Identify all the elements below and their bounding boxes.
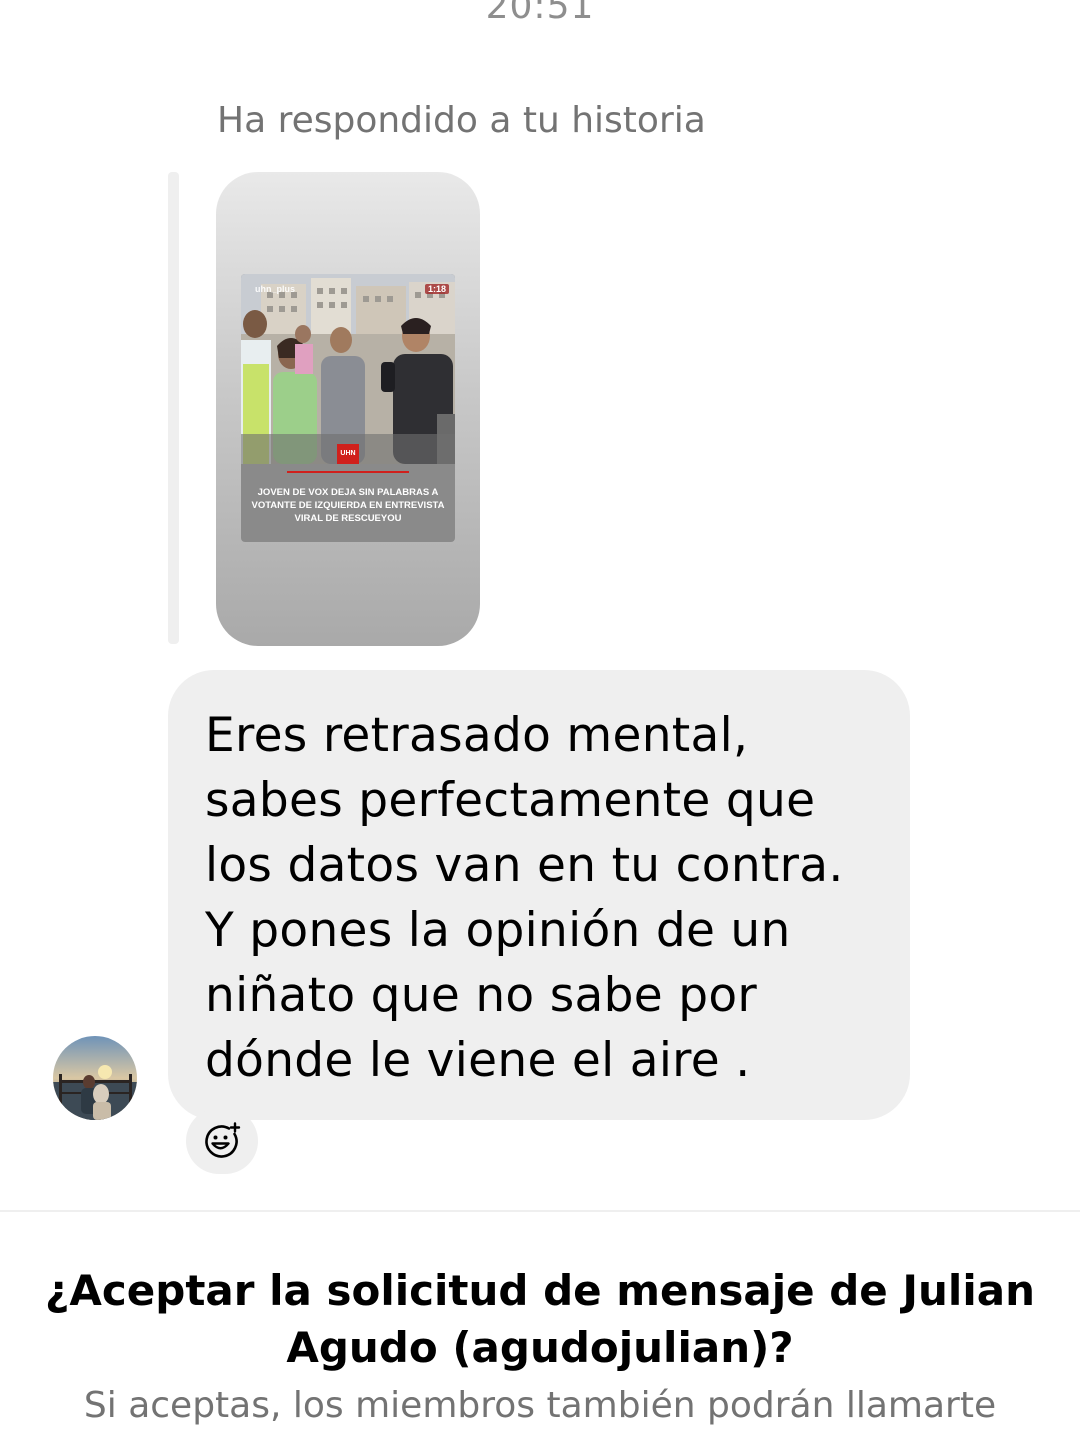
story-divider-line (287, 471, 409, 473)
add-reaction-icon (205, 1122, 241, 1158)
story-scene-image (241, 274, 455, 464)
message-text: Eres retrasado mental, sabes perfectamen… (205, 708, 844, 1088)
story-preview[interactable]: uhn_plus 1:18 UHN JOVEN DE VOX DEJA SIN … (216, 172, 480, 646)
message-request-title: ¿Aceptar la solicitud de mensaje de Juli… (45, 1266, 1035, 1372)
section-divider (0, 1210, 1080, 1212)
story-duration-badge: 1:18 (424, 284, 449, 294)
story-logo: UHN (337, 444, 359, 464)
story-caption: JOVEN DE VOX DEJA SIN PALABRAS A VOTANTE… (251, 487, 445, 524)
add-reaction-button[interactable] (186, 1108, 258, 1174)
story-frame: uhn_plus 1:18 UHN JOVEN DE VOX DEJA SIN … (241, 274, 455, 542)
message-request-subtitle: Si aceptas, los miembros también podrán … (83, 1385, 997, 1426)
sender-avatar[interactable] (53, 1036, 137, 1120)
message-bubble[interactable]: Eres retrasado mental, sabes perfectamen… (168, 670, 910, 1120)
avatar-photo-icon (53, 1036, 137, 1120)
reply-indicator-bar (168, 172, 179, 644)
message-timestamp: 20:51 (485, 0, 595, 27)
story-reply-note: Ha respondido a tu historia (217, 100, 706, 141)
story-brand-label: uhn_plus (255, 284, 295, 294)
chat-screen: 20:51 Ha respondido a tu historia uhn_pl… (0, 0, 1080, 1440)
